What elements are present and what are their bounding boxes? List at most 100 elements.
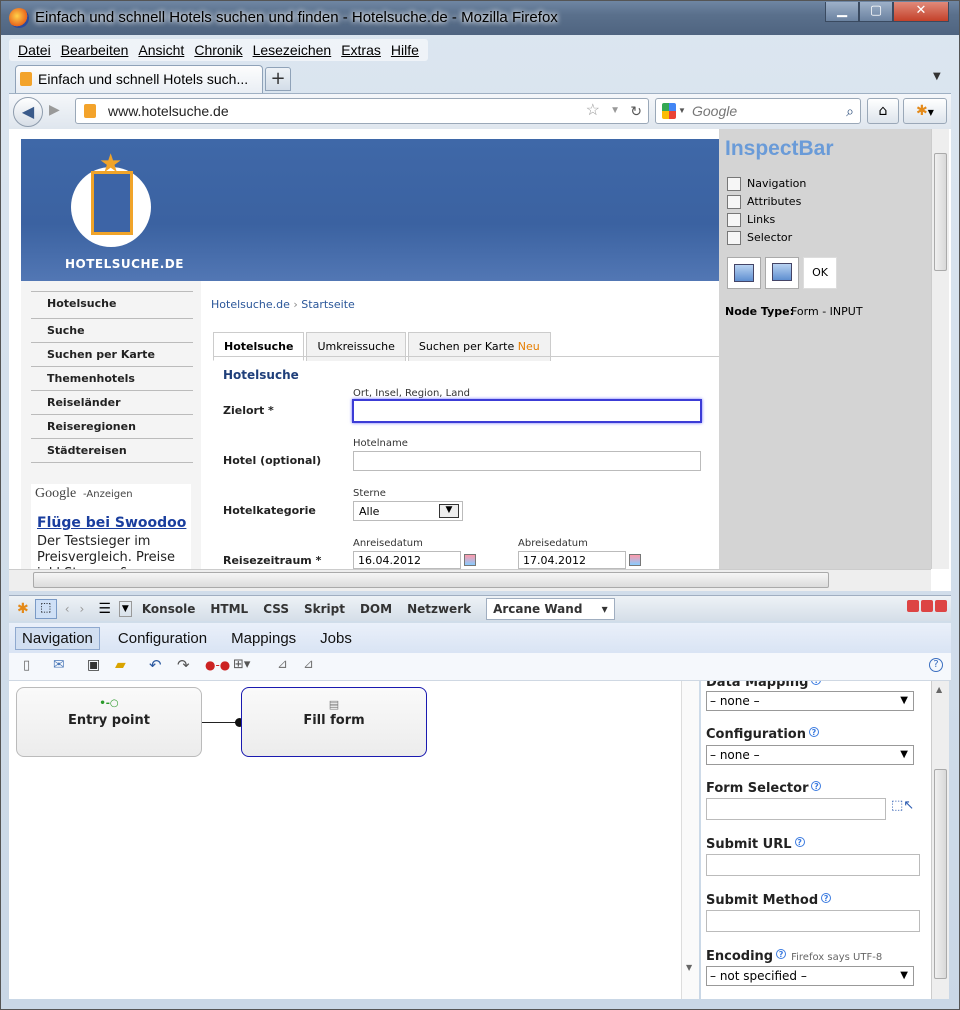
option-selector[interactable]: Selector <box>727 229 806 247</box>
help-icon[interactable]: ? <box>811 681 822 685</box>
checkbox[interactable] <box>727 195 741 209</box>
new-tab-button[interactable]: + <box>265 67 291 91</box>
tab-html[interactable]: HTML <box>210 602 248 616</box>
tab-list-icon[interactable]: ▼ <box>933 71 941 82</box>
home-button[interactable]: ⌂ <box>867 98 899 124</box>
tab-css[interactable]: CSS <box>263 602 289 616</box>
anreise-input[interactable]: 16.04.2012 <box>353 551 461 569</box>
scrollbar-thumb[interactable] <box>934 769 947 979</box>
horizontal-scrollbar[interactable] <box>9 569 931 591</box>
history-dropdown-icon[interactable]: ▼ <box>610 99 620 123</box>
nav-themenhotels[interactable]: Themenhotels <box>31 367 193 391</box>
undo-icon[interactable]: ↶ <box>149 656 162 674</box>
ad-title-link[interactable]: Flüge bei Swoodoo <box>37 515 186 531</box>
option-navigation[interactable]: Navigation <box>727 175 806 193</box>
entry-point-node[interactable]: •-○ Entry point <box>16 687 202 757</box>
hotel-input[interactable] <box>353 451 701 471</box>
scrollbar-thumb[interactable] <box>33 572 829 588</box>
tab-netzwerk[interactable]: Netzwerk <box>407 602 471 616</box>
help-icon[interactable]: ? <box>776 949 787 959</box>
new-file-icon[interactable]: ▯ <box>23 658 30 673</box>
menu-ansicht[interactable]: Ansicht <box>138 42 184 58</box>
tab-skript[interactable]: Skript <box>304 602 345 616</box>
menu-datei[interactable]: Datei <box>18 42 51 58</box>
breadcrumb-home[interactable]: Hotelsuche.de <box>211 298 290 311</box>
child-node-button[interactable] <box>765 257 799 289</box>
minimize-button[interactable]: ▁ <box>825 2 859 22</box>
reload-icon[interactable]: ↻ <box>630 99 642 123</box>
folder-icon[interactable]: ▰ <box>115 657 126 673</box>
properties-scrollbar[interactable]: ▲ <box>931 681 949 999</box>
help-icon[interactable]: ? <box>808 727 819 737</box>
nav-suche[interactable]: Suche <box>31 319 193 343</box>
save-icon[interactable]: ▣ <box>87 657 100 673</box>
configuration-select[interactable]: – none – <box>706 745 914 765</box>
canvas-scrollbar[interactable]: ▼ <box>681 681 699 999</box>
submit-url-input[interactable] <box>706 854 920 876</box>
breadcrumb-current[interactable]: Startseite <box>301 298 355 311</box>
menu-bearbeiten[interactable]: Bearbeiten <box>61 42 129 58</box>
checkbox[interactable] <box>727 213 741 227</box>
tab-arcane-wand[interactable]: Arcane Wand ▾ <box>486 597 615 620</box>
remove-node-icon[interactable]: ⊿ <box>303 657 314 672</box>
scroll-up-icon[interactable]: ▲ <box>936 685 942 694</box>
add-node-icon[interactable]: ⊿ <box>277 657 288 672</box>
back-button[interactable]: ◀ <box>13 97 43 127</box>
firebug-button[interactable]: ✱▼ <box>903 98 947 124</box>
ok-button[interactable]: OK <box>803 257 837 289</box>
option-attributes[interactable]: Attributes <box>727 193 806 211</box>
menu-chronik[interactable]: Chronik <box>194 42 242 58</box>
calendar-icon[interactable] <box>629 554 641 566</box>
nav-hotelsuche[interactable]: Hotelsuche <box>31 292 193 319</box>
forward-arrow-icon[interactable]: › <box>80 602 85 616</box>
checkbox[interactable] <box>727 177 741 191</box>
nav-suchen-per-karte[interactable]: Suchen per Karte <box>31 343 193 367</box>
search-icon[interactable]: ⌕ <box>846 99 854 123</box>
engine-dropdown-icon[interactable]: ▼ <box>678 99 686 123</box>
fill-form-node[interactable]: ▤ Fill form <box>241 687 427 757</box>
page-scrollbar[interactable] <box>931 129 949 569</box>
abreise-input[interactable]: 17.04.2012 <box>518 551 626 569</box>
calendar-icon[interactable] <box>464 554 476 566</box>
checkbox[interactable] <box>727 231 741 245</box>
tree-icon[interactable]: ⊞▾ <box>233 657 250 672</box>
pick-element-icon[interactable]: ⬚↖ <box>891 798 914 813</box>
minimize-icon[interactable] <box>907 600 919 612</box>
form-selector-input[interactable] <box>706 798 886 820</box>
zielort-input[interactable] <box>352 399 702 423</box>
nav-reiseregionen[interactable]: Reiseregionen <box>31 415 193 439</box>
close-button[interactable]: ✕ <box>893 2 949 22</box>
firebug-icon[interactable]: ✱ <box>17 601 29 617</box>
tab-konsole[interactable]: Konsole <box>142 602 196 616</box>
menu-extras[interactable]: Extras <box>341 42 381 58</box>
tab-dom[interactable]: DOM <box>360 602 392 616</box>
dropdown-icon[interactable]: ▼ <box>118 600 132 617</box>
mail-icon[interactable]: ✉ <box>53 657 65 673</box>
back-arrow-icon[interactable]: ‹ <box>65 602 70 616</box>
maximize-button[interactable]: ▢ <box>859 2 893 22</box>
nav-staedtereisen[interactable]: Städtereisen <box>31 439 193 463</box>
nav-reiselaender[interactable]: Reiseländer <box>31 391 193 415</box>
data-mapping-select[interactable]: – none – <box>706 691 914 711</box>
submit-method-input[interactable] <box>706 910 920 932</box>
close-icon[interactable] <box>935 600 947 612</box>
inspect-icon[interactable]: ⬚ <box>34 598 57 619</box>
flow-canvas[interactable]: •-○ Entry point ▤ Fill form <box>9 681 681 999</box>
detach-icon[interactable] <box>921 600 933 612</box>
redo-icon[interactable]: ↷ <box>177 656 190 674</box>
forward-button[interactable]: ▶ <box>49 102 60 118</box>
help-icon[interactable]: ? <box>929 658 943 672</box>
help-icon[interactable]: ? <box>821 893 832 903</box>
menu-configuration[interactable]: Configuration <box>112 628 213 649</box>
menu-navigation[interactable]: Navigation <box>15 626 100 650</box>
kategorie-select[interactable]: Alle ▼ <box>353 501 463 521</box>
search-bar[interactable]: ▼ Google ⌕ <box>655 98 861 124</box>
scrollbar-thumb[interactable] <box>934 153 947 271</box>
url-bar[interactable]: www.hotelsuche.de ☆ ▼ ↻ <box>75 98 649 124</box>
help-icon[interactable]: ? <box>811 781 822 791</box>
connect-icon[interactable]: ●-● <box>205 658 230 672</box>
menu-hilfe[interactable]: Hilfe <box>391 42 419 58</box>
menu-lesezeichen[interactable]: Lesezeichen <box>253 42 332 58</box>
option-links[interactable]: Links <box>727 211 806 229</box>
browser-tab[interactable]: Einfach und schnell Hotels such... <box>15 65 263 93</box>
